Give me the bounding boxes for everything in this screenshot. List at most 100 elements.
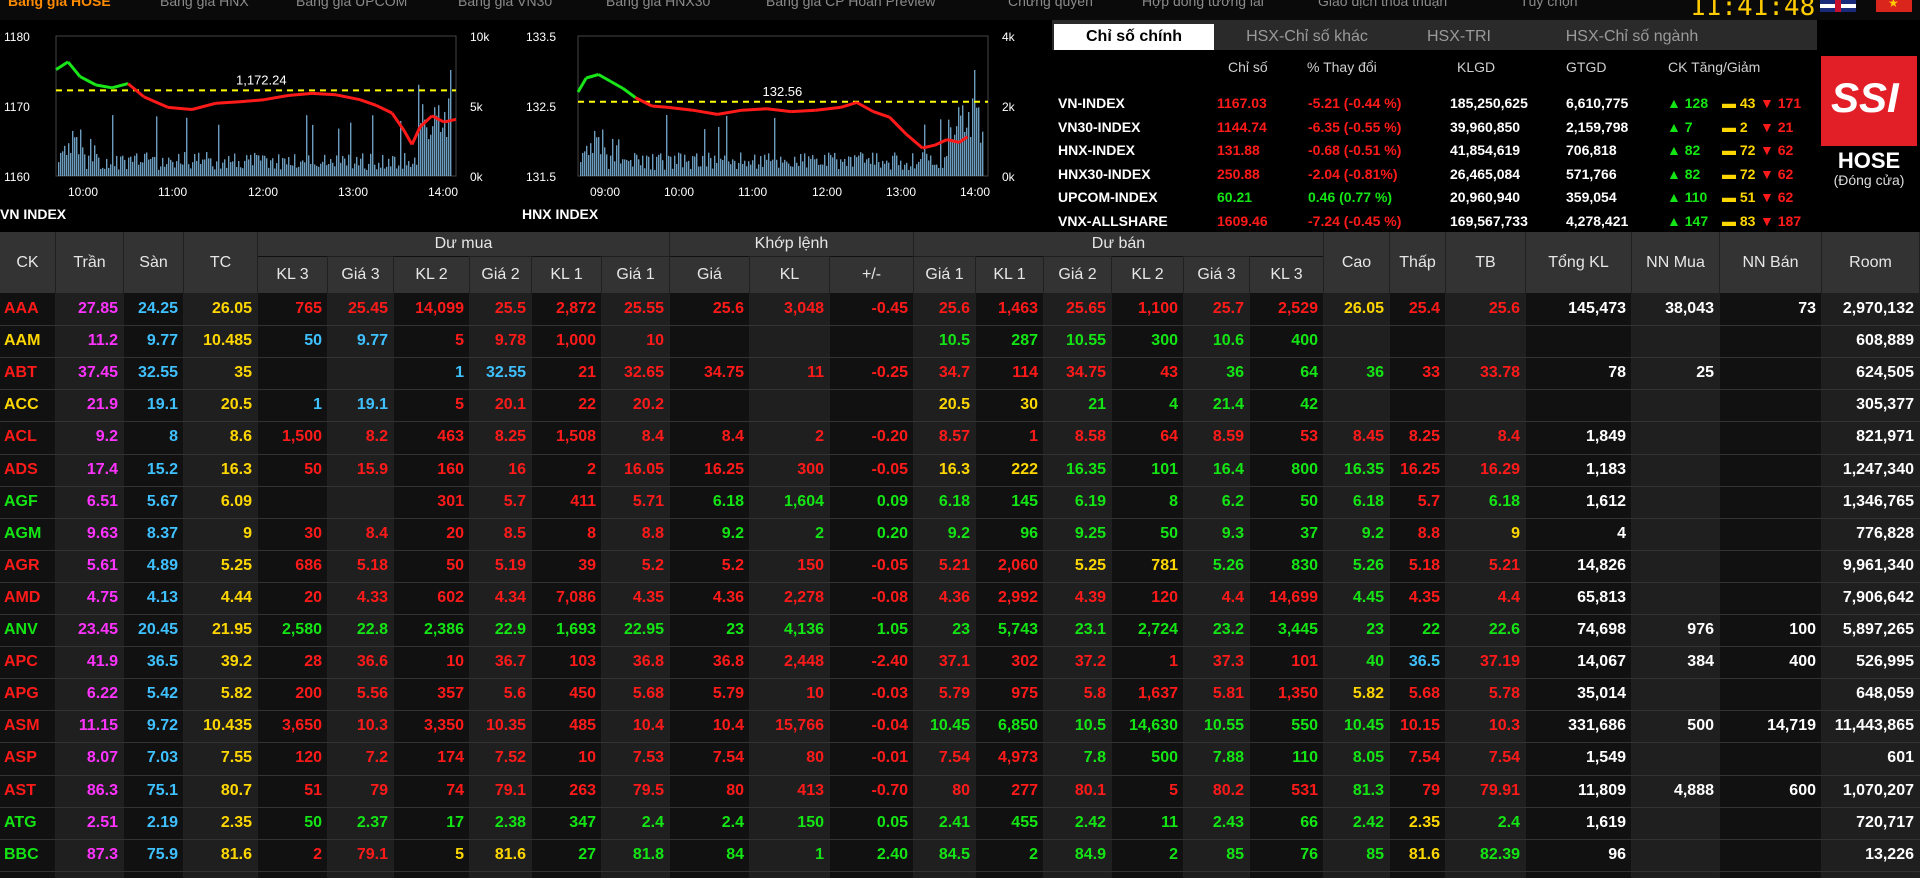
price-segment bbox=[287, 91, 313, 97]
stock-symbol[interactable]: AGM bbox=[4, 525, 50, 545]
column-header[interactable]: Giá bbox=[670, 257, 749, 293]
column-header[interactable]: Giá 1 bbox=[602, 257, 669, 293]
tab-main-indices[interactable]: Chỉ số chính bbox=[1054, 24, 1214, 50]
volume-bar bbox=[828, 152, 830, 176]
stock-symbol[interactable]: AAA bbox=[4, 300, 50, 320]
board-cell bbox=[1636, 814, 1714, 834]
volume-bar bbox=[920, 159, 922, 176]
nav-item-futures[interactable]: Hợp đồng tương lai bbox=[1142, 0, 1264, 9]
stock-symbol[interactable]: AGR bbox=[4, 557, 50, 577]
board-cell: 5.67 bbox=[146, 492, 178, 510]
board-cell: 25.6 bbox=[938, 300, 970, 317]
board-cell: 1,849 bbox=[1585, 428, 1626, 446]
stock-symbol[interactable]: ASM bbox=[4, 717, 50, 737]
stock-symbol[interactable]: AMD bbox=[4, 589, 50, 609]
stock-symbol[interactable]: BBC bbox=[4, 846, 50, 866]
column-header[interactable]: Giá 3 bbox=[1184, 257, 1249, 293]
board-cell: 2.43 bbox=[1212, 813, 1244, 831]
column-header[interactable]: CK bbox=[0, 232, 55, 293]
volume-bar bbox=[806, 167, 808, 176]
english-flag-icon[interactable] bbox=[1820, 0, 1856, 12]
board-cell: 301 bbox=[437, 492, 464, 510]
board-cell: 1,346,765 bbox=[1842, 492, 1914, 510]
column-header[interactable]: Giá 2 bbox=[470, 257, 531, 293]
index-row[interactable]: VN-INDEX 1167.03 -5.21 (-0.44 %) 185,250,62… bbox=[1052, 92, 1817, 114]
group-header[interactable]: Khớp lệnh bbox=[670, 232, 913, 256]
column-header[interactable]: TC bbox=[184, 232, 257, 293]
column-header[interactable]: Room bbox=[1822, 232, 1919, 293]
column-header[interactable]: Giá 1 bbox=[914, 257, 975, 293]
nav-item-hnx30[interactable]: Bảng giá HNX30 bbox=[606, 0, 710, 9]
board-cell: 81.6 bbox=[1408, 845, 1440, 863]
column-header[interactable]: +/- bbox=[830, 257, 913, 293]
stock-symbol[interactable]: AST bbox=[4, 782, 50, 802]
column-header[interactable]: KL bbox=[750, 257, 829, 293]
volume-bar bbox=[646, 155, 648, 176]
column-header[interactable]: Cao bbox=[1324, 232, 1389, 293]
tab-hsx-sector[interactable]: HSX-Chỉ số ngành bbox=[1522, 24, 1742, 50]
column-header[interactable]: KL 3 bbox=[1250, 257, 1323, 293]
column-header[interactable]: KL 1 bbox=[976, 257, 1043, 293]
board-cell: 24.25 bbox=[137, 300, 178, 317]
column-header[interactable]: Thấp bbox=[1390, 232, 1445, 293]
column-header[interactable]: Giá 2 bbox=[1044, 257, 1111, 293]
stock-symbol[interactable]: ACC bbox=[4, 396, 50, 416]
nav-item-put-through[interactable]: Giao dịch thỏa thuận bbox=[1318, 0, 1447, 9]
index-row[interactable]: HNX-INDEX 131.88 -0.68 (-0.51 %) 41,854,619… bbox=[1052, 139, 1817, 161]
nav-item-preview[interactable]: Bảng giá CP Hoàn Preview bbox=[766, 0, 935, 9]
volume-bar bbox=[372, 115, 374, 176]
column-header[interactable]: NN Bán bbox=[1720, 232, 1821, 293]
index-row[interactable]: UPCOM-INDEX 60.21 0.46 (0.77 %) 20,960,940 3… bbox=[1052, 186, 1817, 208]
column-header[interactable]: Sàn bbox=[124, 232, 183, 293]
volume-bar bbox=[662, 160, 664, 176]
column-header[interactable]: KL 2 bbox=[1112, 257, 1183, 293]
vietnamese-flag-icon[interactable]: ★ bbox=[1876, 0, 1912, 12]
volume-bar bbox=[374, 164, 376, 176]
board-cell bbox=[754, 332, 824, 352]
column-header[interactable]: Giá 3 bbox=[328, 257, 393, 293]
column-header[interactable]: KL 1 bbox=[532, 257, 601, 293]
stock-symbol[interactable]: ANV bbox=[4, 621, 50, 641]
board-cell: 8.58 bbox=[1074, 428, 1106, 446]
unchanged-count: ▬ 83 bbox=[1722, 212, 1756, 229]
column-header[interactable]: TB bbox=[1446, 232, 1525, 293]
column-header[interactable]: Tổng KL bbox=[1526, 232, 1631, 293]
group-header[interactable]: Dư mua bbox=[258, 232, 669, 256]
nav-item-upcom[interactable]: Bảng giá UPCOM bbox=[296, 0, 407, 9]
column-header[interactable]: Trần bbox=[56, 232, 123, 293]
column-header[interactable]: KL 3 bbox=[258, 257, 327, 293]
nav-item-hose[interactable]: Bảng giá HOSE bbox=[8, 0, 111, 9]
volume-bar bbox=[788, 163, 790, 176]
stock-symbol[interactable]: AAM bbox=[4, 332, 50, 352]
stock-symbol[interactable]: APC bbox=[4, 653, 50, 673]
nav-item-hnx[interactable]: Bảng giá HNX bbox=[160, 0, 249, 9]
declines-count: ▼ 171 bbox=[1760, 95, 1802, 111]
nav-item-options[interactable]: Tùy chọn bbox=[1520, 0, 1578, 9]
stock-symbol[interactable]: APG bbox=[4, 685, 50, 705]
column-header[interactable]: KL 2 bbox=[394, 257, 469, 293]
tab-hsx-tri[interactable]: HSX-TRI bbox=[1404, 24, 1514, 50]
volume-bar bbox=[766, 159, 768, 176]
x-tick: 10:00 bbox=[664, 185, 694, 199]
stock-symbol[interactable]: ABT bbox=[4, 364, 50, 384]
index-row[interactable]: VN30-INDEX 1144.74 -6.35 (-0.55 %) 39,960,8… bbox=[1052, 116, 1817, 138]
volume-bar bbox=[930, 155, 932, 176]
column-header[interactable]: NN Mua bbox=[1632, 232, 1719, 293]
x-tick: 11:00 bbox=[158, 185, 187, 199]
tab-hsx-other[interactable]: HSX-Chỉ số khác bbox=[1222, 24, 1392, 50]
volume-bar bbox=[960, 115, 962, 176]
stock-symbol[interactable]: ACL bbox=[4, 428, 50, 448]
board-cell: 9 bbox=[243, 524, 252, 542]
nav-item-warrants[interactable]: Chứng quyền bbox=[1008, 0, 1093, 9]
group-header[interactable]: Dư bán bbox=[914, 232, 1323, 256]
board-cell: 5.2 bbox=[721, 556, 744, 574]
nav-item-vn30[interactable]: Bảng giá VN30 bbox=[458, 0, 552, 9]
volume-bar bbox=[354, 163, 356, 176]
board-cell bbox=[1636, 749, 1714, 769]
stock-symbol[interactable]: ASP bbox=[4, 749, 50, 769]
stock-symbol[interactable]: ADS bbox=[4, 461, 50, 481]
index-row[interactable]: VNX-ALLSHARE 1609.46 -7.24 (-0.45 %) 169,56… bbox=[1052, 210, 1817, 232]
index-row[interactable]: HNX30-INDEX 250.88 -2.04 (-0.81%) 26,465,08… bbox=[1052, 163, 1817, 185]
stock-symbol[interactable]: ATG bbox=[4, 814, 50, 834]
stock-symbol[interactable]: AGF bbox=[4, 493, 50, 513]
